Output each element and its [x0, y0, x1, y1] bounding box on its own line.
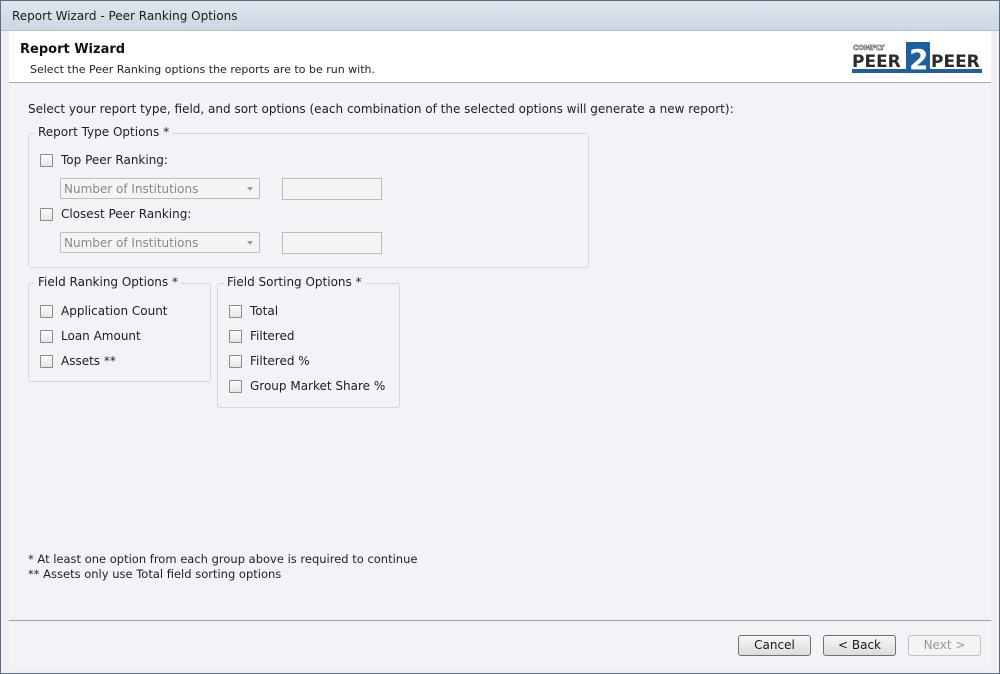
filtered-percent-checkbox[interactable]	[229, 354, 242, 368]
closest-peer-count-value: Number of Institutions	[64, 236, 199, 250]
report-type-legend: Report Type Options *	[35, 125, 173, 139]
field-sorting-option-group-market-share[interactable]: Group Market Share %	[229, 378, 385, 394]
application-count-checkbox[interactable]	[40, 304, 53, 318]
logo-comply-text: COMPLY	[853, 44, 886, 52]
top-peer-ranking-checkbox[interactable]	[40, 153, 53, 167]
field-ranking-option-application-count[interactable]: Application Count	[40, 303, 168, 319]
field-sorting-legend: Field Sorting Options *	[224, 275, 365, 289]
closest-peer-ranking-label: Closest Peer Ranking:	[61, 207, 192, 221]
field-ranking-option-assets[interactable]: Assets **	[40, 353, 116, 369]
filtered-checkbox[interactable]	[229, 329, 242, 343]
cancel-button[interactable]: Cancel	[738, 635, 811, 656]
field-ranking-group: Field Ranking Options * Application Coun…	[28, 275, 211, 382]
logo-2-text: 2	[909, 43, 928, 75]
comply-peer2peer-logo: COMPLY PEER 2 PEER	[852, 42, 982, 75]
field-sorting-group: Field Sorting Options * Total Filtered F…	[217, 275, 400, 408]
assets-checkbox[interactable]	[40, 354, 53, 368]
wizard-title: Report Wizard	[20, 42, 126, 57]
closest-peer-ranking-checkbox[interactable]	[40, 207, 53, 221]
group-market-share-label: Group Market Share %	[250, 379, 386, 393]
top-peer-ranking-option[interactable]: Top Peer Ranking:	[40, 152, 168, 168]
intro-text: Select your report type, field, and sort…	[28, 102, 734, 116]
field-sorting-option-total[interactable]: Total	[229, 303, 278, 319]
top-peer-number-input[interactable]	[282, 178, 382, 200]
chevron-down-icon	[247, 187, 253, 191]
wizard-header: Report Wizard Select the Peer Ranking op…	[9, 31, 991, 83]
field-ranking-option-loan-amount[interactable]: Loan Amount	[40, 328, 141, 344]
wizard-content: Select your report type, field, and sort…	[9, 83, 991, 619]
wizard-footer: Cancel < Back Next >	[9, 620, 991, 667]
group-market-share-checkbox[interactable]	[229, 379, 242, 393]
field-sorting-option-filtered-percent[interactable]: Filtered %	[229, 353, 310, 369]
window-title: Report Wizard - Peer Ranking Options	[12, 9, 238, 23]
wizard-subtitle: Select the Peer Ranking options the repo…	[30, 63, 376, 76]
requirement-notes: * At least one option from each group ab…	[28, 552, 417, 582]
field-sorting-option-filtered[interactable]: Filtered	[229, 328, 294, 344]
report-type-group: Report Type Options * Top Peer Ranking: …	[28, 125, 589, 268]
top-peer-count-value: Number of Institutions	[64, 182, 199, 196]
logo-underline-right	[930, 69, 982, 73]
closest-peer-count-select[interactable]: Number of Institutions	[60, 232, 260, 253]
top-peer-ranking-label: Top Peer Ranking:	[61, 153, 168, 167]
assets-label: Assets **	[61, 354, 116, 368]
logo-underline-left	[852, 69, 906, 73]
loan-amount-checkbox[interactable]	[40, 329, 53, 343]
filtered-percent-label: Filtered %	[250, 354, 310, 368]
closest-peer-ranking-option[interactable]: Closest Peer Ranking:	[40, 206, 191, 222]
report-wizard-window: Report Wizard - Peer Ranking Options Rep…	[0, 0, 1000, 674]
total-label: Total	[250, 304, 279, 318]
title-bar: Report Wizard - Peer Ranking Options	[1, 1, 999, 31]
note-assets: ** Assets only use Total field sorting o…	[28, 567, 282, 581]
field-ranking-legend: Field Ranking Options *	[35, 275, 181, 289]
application-count-label: Application Count	[61, 304, 168, 318]
total-checkbox[interactable]	[229, 304, 242, 318]
next-button[interactable]: Next >	[908, 635, 981, 656]
loan-amount-label: Loan Amount	[61, 329, 141, 343]
back-button[interactable]: < Back	[823, 635, 896, 656]
filtered-label: Filtered	[250, 329, 295, 343]
closest-peer-number-input[interactable]	[282, 232, 382, 254]
note-required: * At least one option from each group ab…	[28, 552, 418, 566]
chevron-down-icon	[247, 241, 253, 245]
top-peer-count-select[interactable]: Number of Institutions	[60, 178, 260, 199]
